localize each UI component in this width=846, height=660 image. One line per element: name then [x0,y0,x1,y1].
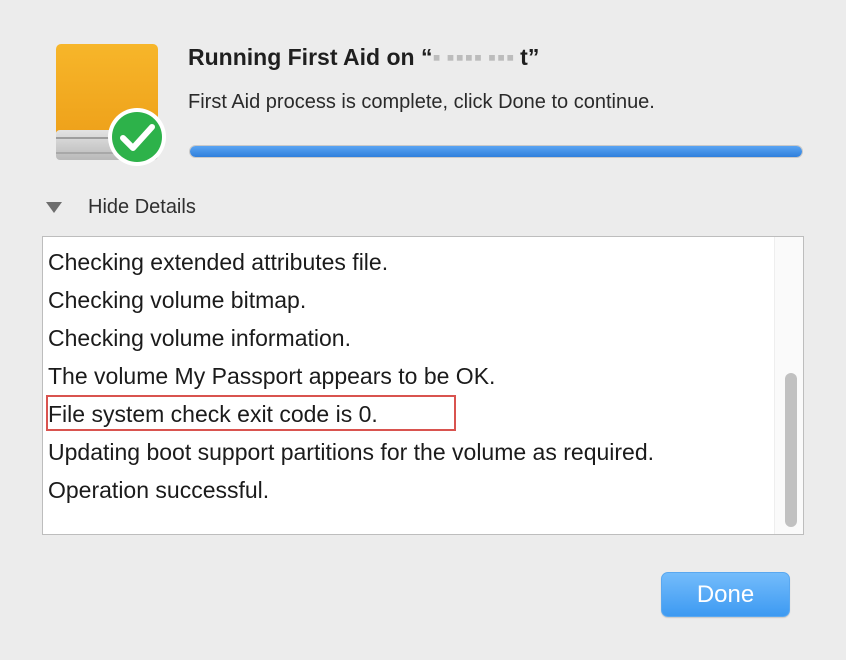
progress-fill [190,146,802,157]
title-suffix: t” [520,44,540,70]
done-button[interactable]: Done [661,572,790,617]
first-aid-dialog: Running First Aid on “▪ ▪▪▪▪ ▪▪▪ t” Firs… [0,0,846,660]
disclosure-triangle-icon[interactable] [46,201,62,213]
details-log[interactable]: Checking extended attributes file. Check… [42,236,804,535]
log-line: The volume My Passport appears to be OK. [48,363,496,389]
dialog-title: Running First Aid on “▪ ▪▪▪▪ ▪▪▪ t” [188,44,539,71]
progress-bar [189,145,803,158]
scrollbar-track[interactable] [774,237,803,534]
hide-details-toggle[interactable]: Hide Details [46,194,196,220]
log-lines: Checking extended attributes file. Check… [46,243,748,509]
log-line: Updating boot support partitions for the… [48,439,655,465]
title-volume-name: ▪ ▪▪▪▪ ▪▪▪ [432,44,521,70]
dialog-subtitle: First Aid process is complete, click Don… [188,91,655,113]
checkmark-badge-icon [108,108,166,166]
scrollbar-thumb[interactable] [785,373,797,527]
log-line: Operation successful. [48,477,270,503]
title-prefix: Running First Aid on “ [188,44,433,70]
log-line-exit-code: File system check exit code is 0. [48,401,378,427]
log-line: Checking volume bitmap. [48,287,307,313]
hide-details-label: Hide Details [88,195,196,218]
log-line: Checking volume information. [48,325,351,351]
log-line: Checking extended attributes file. [48,249,389,275]
